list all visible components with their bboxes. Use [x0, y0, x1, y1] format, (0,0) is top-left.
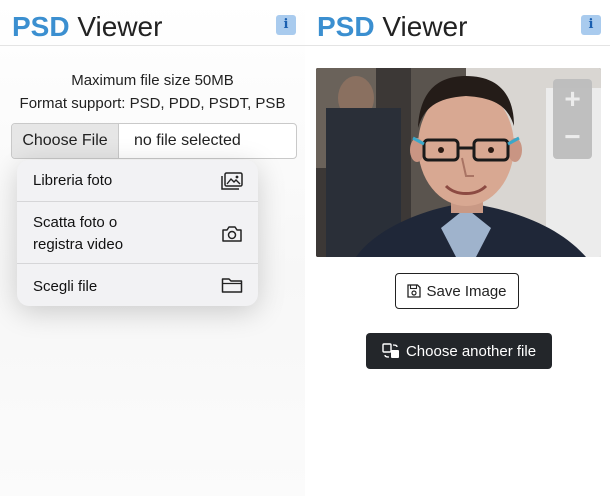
logo-viewer: Viewer: [77, 11, 163, 42]
max-file-size-text: Maximum file size 50MB: [71, 72, 234, 89]
menu-item-photo-library[interactable]: Libreria foto: [17, 160, 258, 202]
zoom-in-button[interactable]: +: [553, 79, 592, 119]
file-swap-icon: [382, 343, 399, 358]
file-status: no file selected: [134, 132, 241, 149]
menu-item-take-photo[interactable]: Scatta foto o registra video: [17, 202, 258, 264]
app-logo: PSD Viewer: [317, 10, 467, 44]
info-button[interactable]: i: [276, 15, 296, 35]
menu-item-label: Scegli file: [33, 278, 98, 295]
zoom-out-button[interactable]: −: [553, 117, 592, 157]
menu-item-label-line2: registra video: [33, 236, 124, 253]
floppy-disk-icon: [407, 284, 422, 298]
folder-icon: [221, 278, 243, 293]
camera-icon: [222, 226, 242, 242]
save-image-button[interactable]: Save Image: [395, 273, 519, 309]
file-source-menu: Libreria foto Scatta foto o registra vid…: [17, 160, 258, 306]
left-panel: PSD Viewer i Maximum file size 50MB Form…: [0, 0, 305, 496]
app-header: PSD Viewer i: [0, 0, 305, 46]
choose-another-file-label: Choose another file: [405, 342, 537, 360]
choose-file-button[interactable]: Choose File: [12, 124, 119, 158]
app-logo: PSD Viewer: [12, 10, 162, 44]
menu-item-choose-file[interactable]: Scegli file: [17, 264, 258, 306]
app-header: PSD Viewer i: [305, 0, 610, 46]
choose-another-file-button[interactable]: Choose another file: [366, 333, 552, 369]
info-button[interactable]: i: [581, 15, 601, 35]
logo-psd: PSD: [12, 11, 70, 42]
logo-psd: PSD: [317, 11, 375, 42]
file-input[interactable]: Choose File no file selected: [11, 123, 297, 159]
zoom-controls: + −: [553, 79, 592, 159]
photo-library-icon: [221, 172, 243, 190]
format-support-text: Format support: PSD, PDD, PSDT, PSB: [19, 95, 286, 112]
menu-item-label-line1: Scatta foto o: [33, 214, 118, 231]
logo-viewer: Viewer: [382, 11, 468, 42]
menu-item-label: Libreria foto: [33, 172, 113, 189]
save-image-label: Save Image: [426, 282, 507, 300]
